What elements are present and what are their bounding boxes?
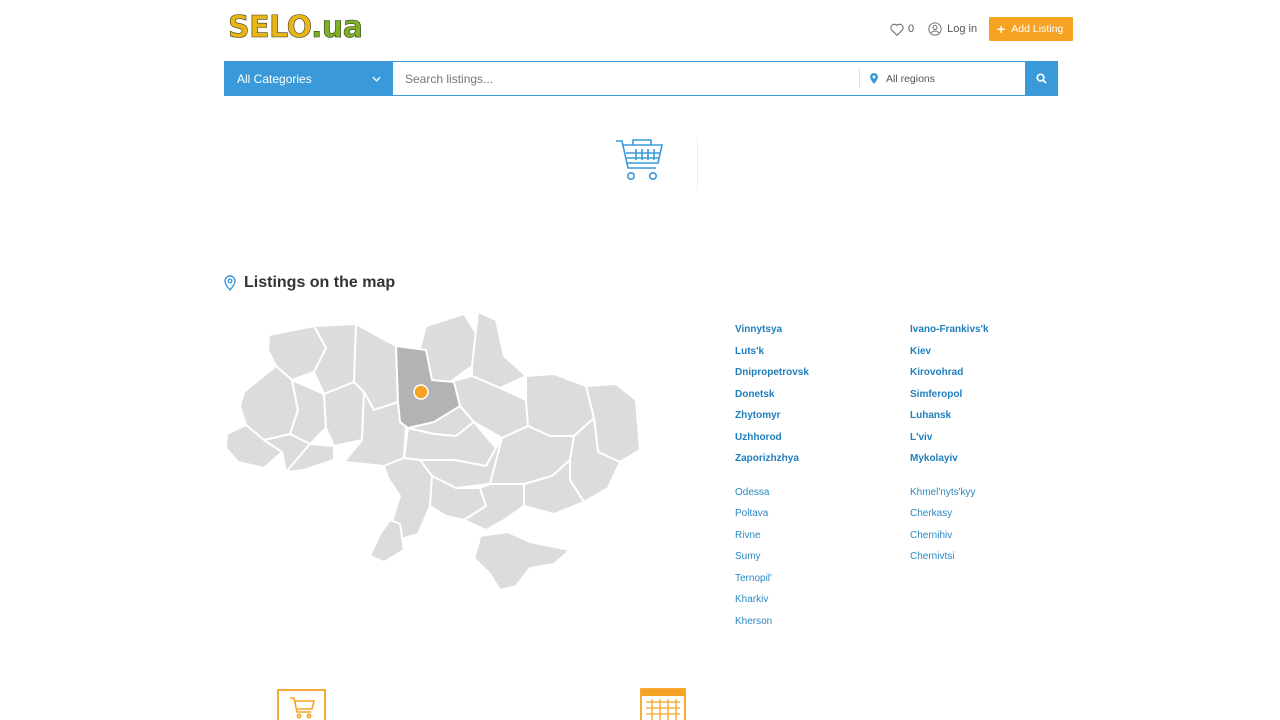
logo-text-domain: .ua	[311, 10, 364, 46]
map-pin-icon	[870, 73, 878, 84]
page: SELO.ua 0 Log in + Add Listing All Categ…	[0, 0, 1280, 720]
region-link[interactable]: Sumy	[735, 546, 809, 568]
divider	[697, 138, 698, 190]
shopping-cart-icon[interactable]	[612, 136, 666, 184]
region-link[interactable]: Dnipropetrovsk	[735, 362, 809, 384]
search-button[interactable]	[1025, 62, 1057, 95]
category-select-value: All Categories	[237, 71, 312, 86]
region-link[interactable]: Vinnytsya	[735, 319, 809, 341]
region-link[interactable]: Poltava	[735, 503, 809, 525]
region-link[interactable]: Zhytomyr	[735, 405, 809, 427]
add-listing-label: Add Listing	[1011, 23, 1064, 35]
map-region-khmelnytskyi[interactable]	[323, 381, 365, 447]
region-link[interactable]: Zaporizhzhya	[735, 448, 809, 470]
map-section-title: Listings on the map	[224, 274, 395, 292]
add-listing-button[interactable]: + Add Listing	[989, 17, 1074, 41]
search-icon	[1035, 73, 1047, 84]
calendar-icon[interactable]	[640, 688, 686, 720]
favorites-count: 0	[908, 23, 915, 35]
region-link[interactable]: Odessa	[735, 482, 809, 504]
map-marker[interactable]	[413, 384, 429, 400]
region-link[interactable]: Ivano-Frankivs'k	[910, 319, 989, 341]
map-title-text: Listings on the map	[244, 274, 396, 291]
ukraine-map[interactable]	[224, 310, 644, 595]
site-logo[interactable]: SELO.ua	[228, 10, 364, 46]
map-pin-icon	[224, 275, 236, 291]
chevron-down-icon	[372, 76, 381, 82]
region-link[interactable]: Kharkiv	[735, 589, 809, 611]
region-link[interactable]: Kirovohrad	[910, 362, 989, 384]
region-link[interactable]: Luts'k	[735, 341, 809, 363]
region-link[interactable]: Cherkasy	[910, 503, 989, 525]
region-link[interactable]: Mykolayiv	[910, 448, 989, 470]
region-link[interactable]: Uzhhorod	[735, 427, 809, 449]
map-region-sumy[interactable]	[471, 311, 527, 389]
region-link[interactable]: Luhansk	[910, 405, 989, 427]
header-actions: 0 Log in + Add Listing	[890, 17, 1074, 41]
map-region-crimea[interactable]	[473, 531, 571, 591]
region-list-col1: Vinnytsya Luts'k Dnipropetrovsk Donetsk …	[735, 319, 809, 632]
region-list-col2: Ivano-Frankivs'k Kiev Kirovohrad Simfero…	[910, 319, 989, 568]
favorites-link[interactable]: 0	[890, 23, 914, 36]
region-link[interactable]: Chernihiv	[910, 525, 989, 547]
heart-icon	[890, 23, 904, 36]
user-icon	[928, 22, 942, 36]
region-link[interactable]: Khmel'nyts'kyy	[910, 482, 989, 504]
region-link[interactable]: Chernivtsi	[910, 546, 989, 568]
region-link[interactable]: Rivne	[735, 525, 809, 547]
plus-icon: +	[997, 21, 1006, 37]
region-link[interactable]: Kiev	[910, 341, 989, 363]
shopping-cart-icon[interactable]	[277, 688, 327, 720]
region-select-value: All regions	[886, 72, 936, 85]
login-label: Log in	[947, 23, 978, 35]
map-region-odesa-south[interactable]	[369, 519, 405, 563]
region-link[interactable]: Ternopil'	[735, 568, 809, 590]
search-bar: All Categories All regions	[224, 61, 1058, 96]
region-link[interactable]: Kherson	[735, 611, 809, 633]
region-link[interactable]: Simferopol	[910, 384, 989, 406]
logo-text-main: SELO	[228, 10, 312, 46]
category-select[interactable]: All Categories	[225, 62, 393, 95]
region-select[interactable]: All regions	[859, 69, 1025, 88]
login-link[interactable]: Log in	[928, 22, 977, 36]
search-input[interactable]	[393, 62, 859, 95]
region-link[interactable]: L'viv	[910, 427, 989, 449]
region-link[interactable]: Donetsk	[735, 384, 809, 406]
